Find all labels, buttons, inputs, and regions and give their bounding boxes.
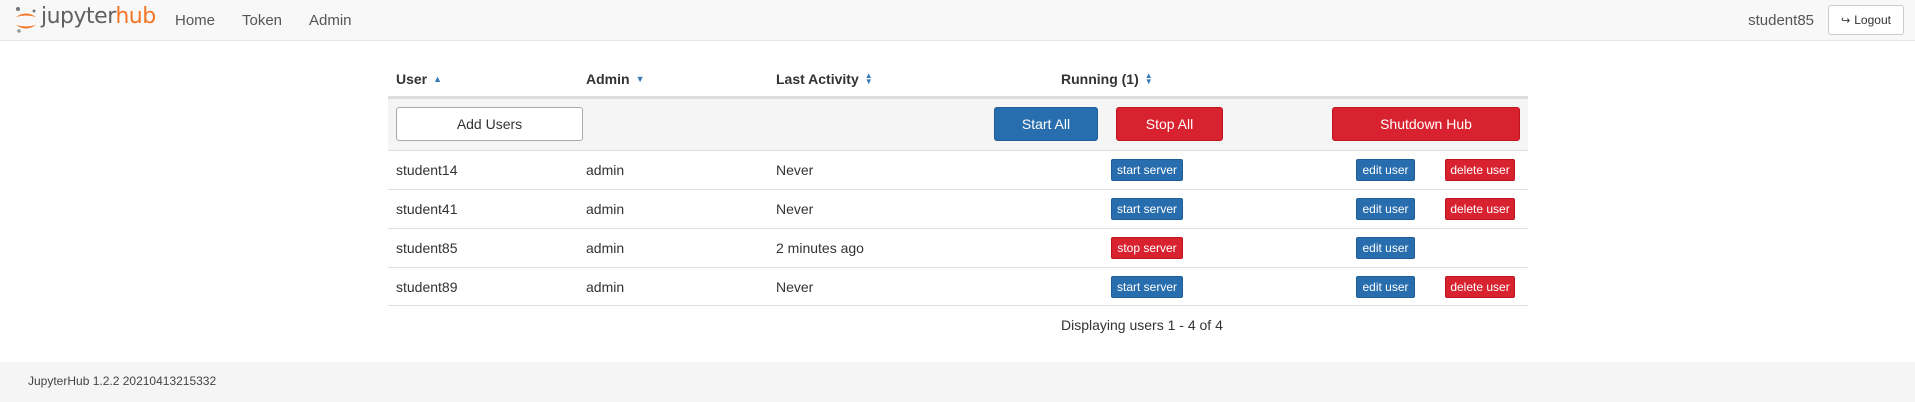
- sort-both-icon: ▲ ▼: [864, 71, 873, 86]
- admin-cell: admin: [586, 279, 625, 295]
- logout-label: Logout: [1854, 13, 1891, 27]
- start-server-button[interactable]: start server: [1111, 276, 1183, 298]
- nav-admin-link[interactable]: Admin: [309, 12, 352, 29]
- last-activity-cell: Never: [776, 162, 814, 178]
- pagination-info: Displaying users 1 - 4 of 4: [1061, 317, 1223, 333]
- table-row: student41 admin Never start server edit …: [388, 189, 1528, 228]
- nav-token-link[interactable]: Token: [242, 12, 282, 29]
- column-header-running[interactable]: Running (1) ▲ ▼: [1061, 71, 1153, 87]
- start-server-button[interactable]: start server: [1111, 159, 1183, 181]
- column-header-last-activity-label: Last Activity: [776, 71, 859, 87]
- admin-cell: admin: [586, 162, 625, 178]
- delete-user-button[interactable]: delete user: [1445, 159, 1515, 181]
- table-row: student85 admin 2 minutes ago stop serve…: [388, 228, 1528, 267]
- sign-out-icon: ↪: [1841, 14, 1851, 27]
- add-users-button[interactable]: Add Users: [396, 107, 583, 141]
- column-header-user-label: User: [396, 71, 428, 87]
- current-username: student85: [1748, 12, 1814, 29]
- sort-both-icon: ▲ ▼: [1144, 71, 1153, 86]
- edit-user-button[interactable]: edit user: [1356, 159, 1415, 181]
- version-text: JupyterHub 1.2.2 20210413215332: [28, 374, 217, 388]
- user-name-cell: student41: [396, 201, 458, 217]
- nav-home-link[interactable]: Home: [175, 12, 215, 29]
- admin-cell: admin: [586, 240, 625, 256]
- shutdown-hub-button[interactable]: Shutdown Hub: [1332, 107, 1520, 141]
- sort-desc-icon: ▼: [635, 73, 645, 84]
- user-name-cell: student85: [396, 240, 458, 256]
- stop-all-button[interactable]: Stop All: [1116, 107, 1223, 141]
- user-name-cell: student89: [396, 279, 458, 295]
- column-header-admin[interactable]: Admin ▼: [586, 71, 644, 87]
- brand-text: jupyterhub: [41, 4, 156, 29]
- users-table: User ▲ Admin ▼ Last Activity ▲ ▼ Running …: [388, 62, 1528, 306]
- column-header-last-activity[interactable]: Last Activity ▲ ▼: [776, 71, 873, 87]
- column-header-user[interactable]: User ▲: [396, 71, 442, 87]
- footer: JupyterHub 1.2.2 20210413215332: [0, 362, 1915, 402]
- last-activity-cell: 2 minutes ago: [776, 240, 864, 256]
- edit-user-button[interactable]: edit user: [1356, 276, 1415, 298]
- stop-server-button[interactable]: stop server: [1111, 237, 1183, 259]
- actions-row: Add Users Start All Stop All Shutdown Hu…: [388, 98, 1528, 150]
- column-header-running-label: Running (1): [1061, 71, 1139, 87]
- edit-user-button[interactable]: edit user: [1356, 237, 1415, 259]
- jupyter-logo-icon: [16, 7, 36, 33]
- column-header-admin-label: Admin: [586, 71, 630, 87]
- jupyterhub-logo[interactable]: jupyterhub: [14, 5, 156, 35]
- user-name-cell: student14: [396, 162, 458, 178]
- edit-user-button[interactable]: edit user: [1356, 198, 1415, 220]
- last-activity-cell: Never: [776, 201, 814, 217]
- admin-cell: admin: [586, 201, 625, 217]
- delete-user-button[interactable]: delete user: [1445, 276, 1515, 298]
- table-row: student89 admin Never start server edit …: [388, 267, 1528, 306]
- last-activity-cell: Never: [776, 279, 814, 295]
- navbar: jupyterhub Home Token Admin student85 ↪ …: [0, 0, 1915, 41]
- sort-asc-icon: ▲: [433, 73, 443, 84]
- start-server-button[interactable]: start server: [1111, 198, 1183, 220]
- delete-user-button[interactable]: delete user: [1445, 198, 1515, 220]
- start-all-button[interactable]: Start All: [994, 107, 1098, 141]
- table-header: User ▲ Admin ▼ Last Activity ▲ ▼ Running …: [388, 62, 1528, 98]
- logout-button[interactable]: ↪ Logout: [1828, 5, 1904, 35]
- table-row: student14 admin Never start server edit …: [388, 150, 1528, 189]
